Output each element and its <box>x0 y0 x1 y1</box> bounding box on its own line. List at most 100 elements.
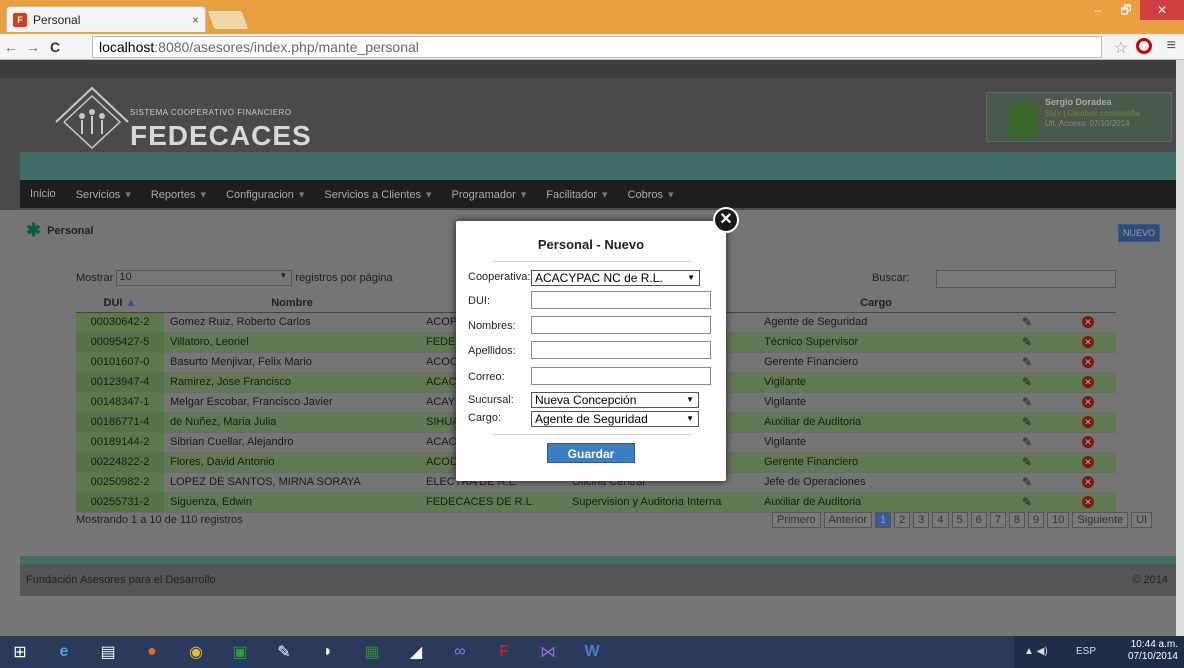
page-button[interactable]: 10 <box>1047 512 1070 528</box>
fedecaces-logo[interactable]: SISTEMA COOPERATIVO FINANCIERO FEDECACES <box>52 82 312 152</box>
nav-servicios[interactable]: Servicios ▾ <box>76 188 131 201</box>
page-button[interactable]: 5 <box>951 512 968 528</box>
opera-icon[interactable] <box>1136 38 1152 54</box>
col-nombre[interactable]: Nombre <box>164 294 420 313</box>
star-icon[interactable]: ☆ <box>1114 38 1128 58</box>
reload-icon[interactable]: C <box>44 39 66 55</box>
store-icon[interactable]: ▣ <box>220 637 260 667</box>
footer-left: Fundación Asesores para el Desarrollo <box>26 574 216 586</box>
page-button[interactable]: Anterior <box>823 512 873 528</box>
edit-pencil-icon[interactable]: ✎ <box>994 492 1054 513</box>
menu-icon[interactable]: ≡ <box>1167 37 1176 55</box>
edit-pencil-icon[interactable]: ✎ <box>994 332 1054 353</box>
delete-cell: ✕ <box>1054 312 1116 333</box>
app-icon[interactable]: ◗ <box>308 637 348 667</box>
page-button[interactable]: 9 <box>1028 512 1045 528</box>
edit-pencil-icon[interactable]: ✎ <box>994 412 1054 433</box>
logo-subtitle: SISTEMA COOPERATIVO FINANCIERO <box>130 108 292 117</box>
footer-band <box>20 556 1176 564</box>
new-tab-button[interactable] <box>206 10 250 30</box>
delete-icon[interactable]: ✕ <box>1082 396 1094 408</box>
delete-icon[interactable]: ✕ <box>1082 436 1094 448</box>
edit-pencil-icon[interactable]: ✎ <box>994 372 1054 393</box>
language-indicator[interactable]: ESP <box>1076 646 1096 657</box>
tray-icons[interactable]: ▲ ◀) <box>1024 646 1048 657</box>
browser-tab[interactable]: F Personal × <box>6 6 206 32</box>
delete-icon[interactable]: ✕ <box>1082 336 1094 348</box>
page-button[interactable]: 2 <box>894 512 911 528</box>
delete-icon[interactable]: ✕ <box>1082 416 1094 428</box>
visual-studio-icon[interactable]: ⋈ <box>528 637 568 667</box>
dui-field[interactable] <box>531 291 711 309</box>
filezilla-icon[interactable]: F <box>484 637 524 667</box>
site-footer: Fundación Asesores para el Desarrollo © … <box>20 564 1176 596</box>
tab-close-icon[interactable]: × <box>192 13 199 27</box>
edit-pencil-icon[interactable]: ✎ <box>994 312 1054 333</box>
explorer-icon[interactable]: ▤ <box>88 637 128 667</box>
page-button[interactable]: Ul <box>1131 512 1152 528</box>
windows-start-icon[interactable]: ⊞ <box>0 637 40 667</box>
edit-pencil-icon[interactable]: ✎ <box>994 392 1054 413</box>
page-button[interactable]: 4 <box>932 512 949 528</box>
page-button[interactable]: 7 <box>989 512 1006 528</box>
infinity-icon[interactable]: ∞ <box>440 637 480 667</box>
word-icon[interactable]: W <box>572 637 612 667</box>
edit-pencil-icon[interactable]: ✎ <box>994 472 1054 493</box>
cooperativa-select[interactable]: ACACYPAC NC de R.L. ▼ <box>531 270 700 286</box>
close-window-button[interactable]: ✕ <box>1140 0 1184 20</box>
user-links[interactable]: Salir | Cambiar contraseña <box>1045 109 1140 118</box>
guardar-button[interactable]: Guardar <box>547 443 635 463</box>
page-button[interactable]: 6 <box>970 512 987 528</box>
page-button[interactable]: Siguiente <box>1072 512 1129 528</box>
page-button[interactable]: 8 <box>1008 512 1026 528</box>
ie-icon[interactable]: e <box>44 637 84 667</box>
cargo-select[interactable]: Agente de Seguridad ▼ <box>531 411 699 427</box>
nombres-field[interactable] <box>531 316 711 334</box>
page-button[interactable]: 3 <box>913 512 930 528</box>
firefox-icon[interactable]: ● <box>132 637 172 667</box>
page-scrollbar[interactable] <box>1176 60 1184 636</box>
delete-icon[interactable]: ✕ <box>1082 476 1094 488</box>
search-input[interactable] <box>936 270 1116 288</box>
clock[interactable]: 10:44 a.m. 07/10/2014 <box>1128 639 1178 663</box>
nav-inicio[interactable]: Inicio <box>30 188 56 200</box>
page-button[interactable]: Primero <box>772 512 821 528</box>
chrome-icon[interactable]: ◉ <box>176 637 216 667</box>
page-button[interactable]: 1 <box>875 512 892 528</box>
back-arrow-icon[interactable]: ← <box>0 39 22 55</box>
delete-icon[interactable]: ✕ <box>1082 496 1094 508</box>
url-path: :8080/asesores/index.php/mante_personal <box>154 39 419 55</box>
minimize-button[interactable]: – <box>1084 0 1112 20</box>
sucursal-select[interactable]: Nueva Concepción ▼ <box>531 392 699 408</box>
maximize-button[interactable]: 🗗 <box>1112 0 1140 20</box>
nav-facilitador[interactable]: Facilitador ▾ <box>546 188 607 201</box>
delete-icon[interactable]: ✕ <box>1082 376 1094 388</box>
cell-cargo: Jefe de Operaciones <box>758 472 994 493</box>
url-input[interactable]: localhost:8080/asesores/index.php/mante_… <box>92 36 1102 111</box>
nuevo-button[interactable]: NUEVO <box>1117 224 1160 242</box>
nav-reportes[interactable]: Reportes ▾ <box>151 188 206 201</box>
cell-cargo: Vigilante <box>758 432 994 453</box>
edit-pencil-icon[interactable]: ✎ <box>994 352 1054 373</box>
forward-arrow-icon[interactable]: → <box>22 39 44 55</box>
apellidos-field[interactable] <box>531 341 711 359</box>
delete-icon[interactable]: ✕ <box>1082 316 1094 328</box>
correo-field[interactable] <box>531 367 711 385</box>
table-row[interactable]: 00255731-2 Siguenza, Edwin FEDECACES DE R.… <box>76 492 1116 513</box>
edit-pencil-icon[interactable]: ✎ <box>994 432 1054 453</box>
col-cargo[interactable]: Cargo <box>758 294 994 313</box>
app2-icon[interactable]: ◢ <box>396 637 436 667</box>
col-dui[interactable]: DUI ▲ <box>76 294 164 313</box>
tool-icon[interactable]: ✎ <box>264 637 304 667</box>
length-select[interactable]: 10 ▼ <box>116 270 293 286</box>
edit-pencil-icon[interactable]: ✎ <box>994 452 1054 473</box>
nav-servicios-clientes[interactable]: Servicios a Clientes ▾ <box>324 188 431 201</box>
delete-icon[interactable]: ✕ <box>1082 456 1094 468</box>
nav-configuracion[interactable]: Configuracion ▾ <box>226 188 304 201</box>
excel-icon[interactable]: ▦ <box>352 637 392 667</box>
nav-programador[interactable]: Programador ▾ <box>452 188 527 201</box>
nav-cobros[interactable]: Cobros ▾ <box>628 188 674 201</box>
delete-icon[interactable]: ✕ <box>1082 356 1094 368</box>
divider <box>492 434 692 435</box>
close-dialog-icon[interactable]: ✕ <box>713 207 739 233</box>
